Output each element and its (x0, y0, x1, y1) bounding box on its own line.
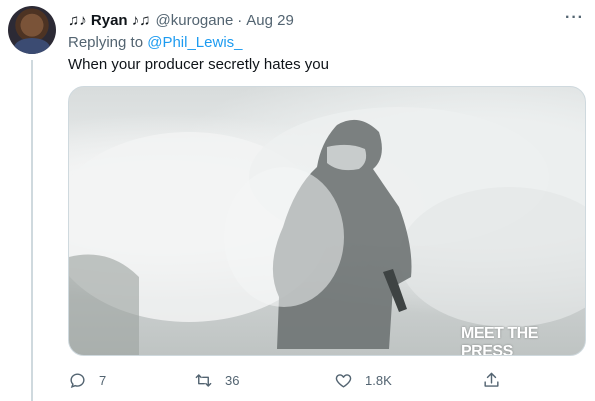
share-button[interactable] (482, 368, 501, 392)
reply-count: 7 (99, 372, 107, 388)
replying-to-label: Replying to (68, 34, 144, 51)
tweet-header: ♫♪ Ryan ♪♫ @kurogane · Aug 29 (68, 10, 294, 30)
replying-to: Replying to @Phil_Lewis_ (68, 34, 243, 51)
avatar[interactable] (8, 6, 56, 54)
action-bar: 7 36 1.8K (68, 368, 508, 392)
thread-line (31, 60, 33, 401)
reply-icon (70, 372, 85, 388)
tweet-text: When your producer secretly hates you (68, 56, 329, 73)
more-options-icon[interactable]: ··· (565, 9, 584, 27)
heart-icon (335, 373, 352, 388)
replying-to-link[interactable]: @Phil_Lewis_ (147, 34, 242, 51)
display-name[interactable]: ♫♪ Ryan ♪♫ (68, 12, 151, 29)
retweet-button[interactable]: 36 (194, 368, 239, 392)
retweet-icon (195, 373, 212, 387)
retweet-count: 36 (225, 372, 240, 388)
user-handle[interactable]: @kurogane (156, 12, 234, 29)
tweet-media-video[interactable]: MEET THE PRESS (68, 86, 586, 356)
separator-dot: · (237, 11, 243, 29)
tweet-date[interactable]: Aug 29 (246, 12, 294, 29)
tweet[interactable]: ♫♪ Ryan ♪♫ @kurogane · Aug 29 ··· Replyi… (0, 0, 595, 401)
share-icon (484, 372, 499, 387)
media-frame (69, 107, 585, 355)
reply-button[interactable]: 7 (68, 368, 106, 392)
meet-the-press-logo: MEET THE PRESS (461, 325, 538, 356)
like-count: 1.8K (365, 372, 392, 388)
like-button[interactable]: 1.8K (334, 368, 392, 392)
